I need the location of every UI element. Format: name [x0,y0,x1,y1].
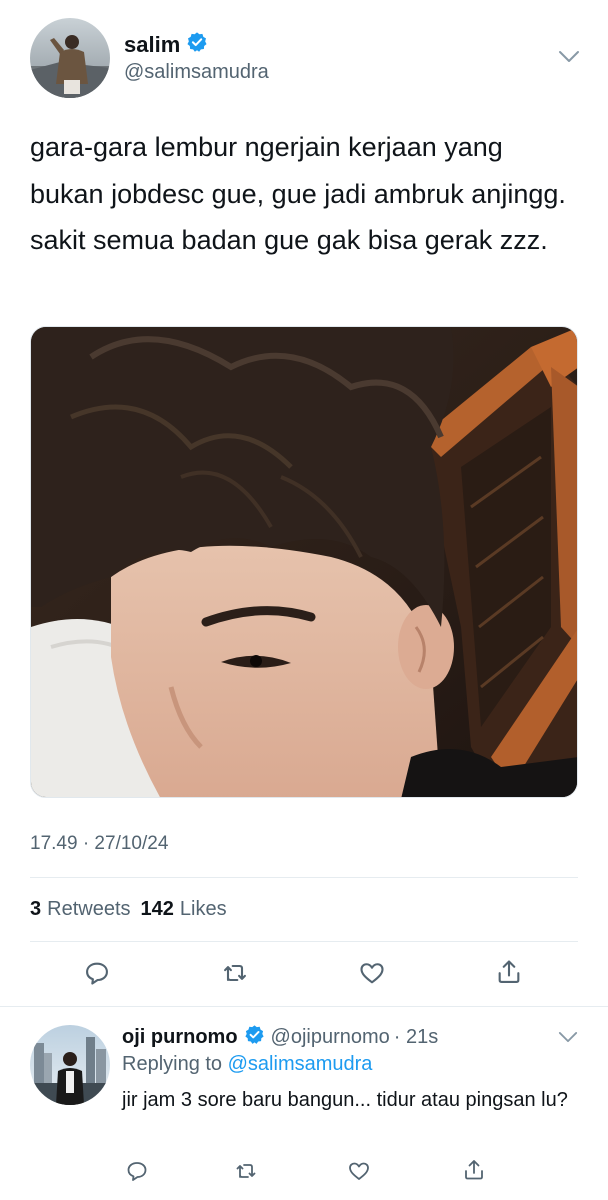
share-icon[interactable] [461,1157,487,1183]
chevron-down-icon[interactable] [558,1031,578,1049]
like-icon[interactable] [357,958,387,988]
retweets-count: 3 [30,898,42,920]
reply-time[interactable]: · 21s [394,1026,438,1049]
share-icon[interactable] [494,957,524,987]
chevron-down-icon[interactable] [558,50,580,69]
replying-to-label: Replying to [122,1053,223,1075]
replying-to: Replying to @salimsamudra [122,1053,372,1076]
likes-label: Likes [179,898,227,920]
retweets-label: Retweets [47,898,131,920]
tweet-timestamp[interactable]: 17.49 · 27/10/24 [30,833,168,855]
avatar[interactable] [30,18,110,98]
tweet-text: gara-gara lembur ngerjain kerjaan yang b… [30,132,566,255]
divider [30,877,578,878]
reply-author-handle[interactable]: @ojipurnomo [271,1026,390,1049]
reply-text: jir jam 3 sore baru bangun... tidur atau… [122,1089,568,1111]
author-name[interactable]: salim [124,32,180,58]
author-name-row[interactable]: salim [124,31,208,58]
verified-badge-icon [244,1024,265,1050]
main-tweet: salim @salimsamudra gara-gara lembur nge… [0,0,608,1006]
replying-to-handle[interactable]: @salimsamudra [228,1053,373,1075]
reply-icon[interactable] [82,958,112,988]
author-handle[interactable]: @salimsamudra [124,61,269,84]
retweet-icon[interactable] [220,958,250,988]
reply-author-row[interactable]: oji purnomo @ojipurnomo · 21s [122,1024,438,1050]
reply-icon[interactable] [124,1158,150,1184]
retweet-icon[interactable] [233,1158,259,1184]
divider [30,941,578,942]
verified-badge-icon [186,31,208,58]
like-icon[interactable] [346,1158,372,1184]
tweet-photo[interactable] [30,326,578,798]
avatar[interactable] [30,1025,110,1105]
likes-count: 142 [140,898,174,920]
reply-author-name[interactable]: oji purnomo [122,1026,238,1049]
likes-stat[interactable]: 142 Likes [141,898,227,921]
tweet-stats: 3 Retweets 142 Likes [30,898,237,921]
retweets-stat[interactable]: 3 Retweets [30,898,131,921]
